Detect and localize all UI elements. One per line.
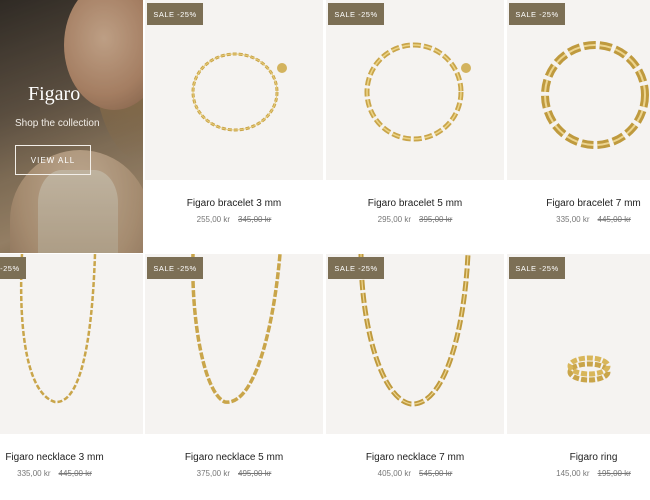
sale-badge: SALE -25% xyxy=(147,257,203,279)
sale-price: 335,00 kr xyxy=(556,215,590,224)
product-card[interactable]: SALE -25% Figaro bracelet 3 mm 255,00 kr… xyxy=(145,0,323,253)
product-image[interactable] xyxy=(326,254,504,434)
product-price: 255,00 kr 345,00 kr xyxy=(145,215,323,224)
product-card[interactable]: SALE -25% Figaro necklace 7 mm 405,00 kr… xyxy=(326,254,504,500)
sale-price: 145,00 kr xyxy=(556,469,590,478)
sale-price: 375,00 kr xyxy=(196,469,230,478)
original-price: 545,00 kr xyxy=(419,469,453,478)
product-name[interactable]: Figaro bracelet 7 mm xyxy=(522,198,650,209)
sale-badge: SALE -25% xyxy=(147,3,203,25)
original-price: 495,00 kr xyxy=(238,469,272,478)
product-card[interactable]: SALE -25% Figaro necklace 5 mm 375,00 kr… xyxy=(145,254,323,500)
original-price: 345,00 kr xyxy=(238,215,272,224)
ring-image xyxy=(567,355,611,383)
original-price: 445,00 kr xyxy=(58,469,92,478)
product-card[interactable]: SALE -25% Figaro bracelet 5 mm 295,00 kr… xyxy=(326,0,504,253)
necklace-thin-image xyxy=(19,254,97,404)
sale-badge: SALE -25% xyxy=(509,3,565,25)
product-price: 375,00 kr 495,00 kr xyxy=(145,469,323,478)
hero-subtitle[interactable]: Shop the collection xyxy=(15,118,100,129)
product-image[interactable] xyxy=(507,0,650,180)
product-price: 405,00 kr 545,00 kr xyxy=(326,469,504,478)
product-price: 335,00 kr 445,00 kr xyxy=(522,215,650,224)
product-name[interactable]: Figaro necklace 7 mm xyxy=(326,452,504,463)
product-price: 335,00 kr 445,00 kr xyxy=(0,469,126,478)
sale-price: 405,00 kr xyxy=(377,469,411,478)
product-image[interactable] xyxy=(326,0,504,180)
original-price: 195,00 kr xyxy=(597,469,631,478)
product-image[interactable] xyxy=(507,254,650,434)
original-price: 445,00 kr xyxy=(597,215,631,224)
product-grid: Figaro Shop the collection VIEW ALL SALE… xyxy=(0,0,650,500)
product-name[interactable]: Figaro bracelet 3 mm xyxy=(145,198,323,209)
product-price: 145,00 kr 195,00 kr xyxy=(522,469,650,478)
sale-badge: SALE -25% xyxy=(509,257,565,279)
product-image[interactable] xyxy=(0,254,143,434)
hero-title: Figaro xyxy=(28,83,81,105)
sale-price: 255,00 kr xyxy=(196,215,230,224)
necklace-medium-image xyxy=(191,254,282,404)
bracelet-thick-image xyxy=(541,41,649,149)
product-card[interactable]: SALE -25% Figaro necklace 3 mm 335,00 kr… xyxy=(0,254,143,500)
product-image[interactable] xyxy=(145,254,323,434)
product-name[interactable]: Figaro ring xyxy=(522,452,650,463)
sale-price: 335,00 kr xyxy=(17,469,51,478)
sale-price: 295,00 kr xyxy=(377,215,411,224)
product-name[interactable]: Figaro necklace 5 mm xyxy=(145,452,323,463)
sale-badge: SALE -25% xyxy=(0,257,26,279)
original-price: 395,00 kr xyxy=(419,215,453,224)
necklace-thick-image xyxy=(358,254,471,407)
bracelet-medium-image xyxy=(364,42,471,142)
bracelet-thin-image xyxy=(191,52,287,132)
collection-hero[interactable]: Figaro Shop the collection VIEW ALL xyxy=(0,0,143,253)
product-name[interactable]: Figaro bracelet 5 mm xyxy=(326,198,504,209)
product-name[interactable]: Figaro necklace 3 mm xyxy=(0,452,126,463)
product-card[interactable]: SALE -25% Figaro ring 145,00 kr 195,00 kr xyxy=(507,254,650,500)
product-card[interactable]: SALE -25% Figaro bracelet 7 mm 335,00 kr… xyxy=(507,0,650,253)
product-price: 295,00 kr 395,00 kr xyxy=(326,215,504,224)
sale-badge: SALE -25% xyxy=(328,257,384,279)
sale-badge: SALE -25% xyxy=(328,3,384,25)
product-image[interactable] xyxy=(145,0,323,180)
view-all-button[interactable]: VIEW ALL xyxy=(15,145,91,175)
